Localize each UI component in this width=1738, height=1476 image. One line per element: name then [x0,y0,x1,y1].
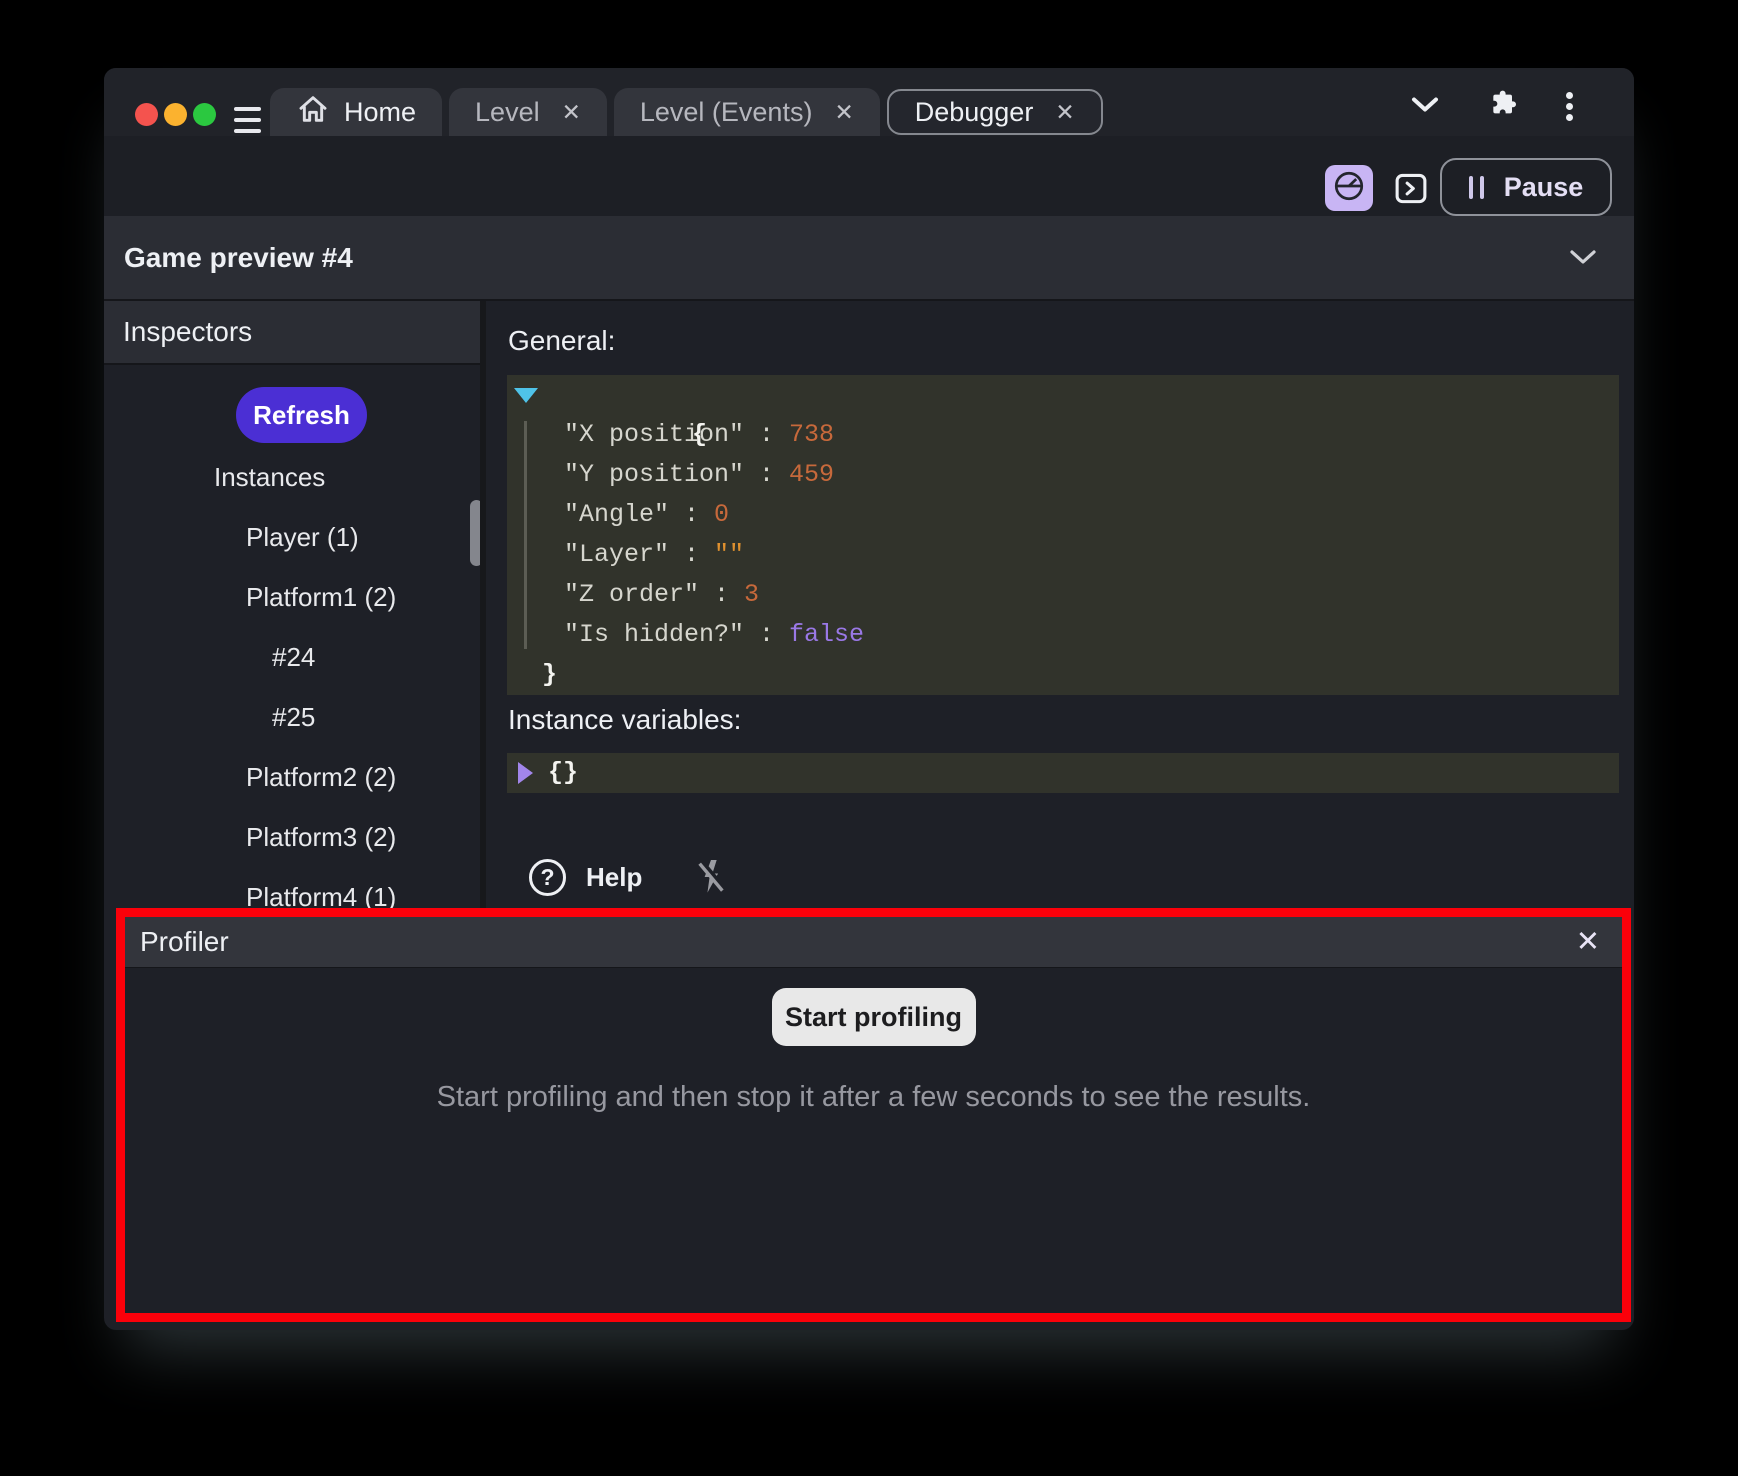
tab-level-events[interactable]: Level (Events) ✕ [614,88,880,136]
extensions-puzzle-icon[interactable] [1488,88,1520,120]
close-tab-icon[interactable]: ✕ [834,101,853,124]
chevron-down-icon[interactable] [1410,95,1440,115]
tab-debugger[interactable]: Debugger ✕ [887,89,1103,135]
profiler-panel: Profiler ✕ Start profiling Start profili… [125,917,1622,1313]
home-icon [296,93,330,132]
console-button[interactable] [1392,170,1430,207]
tree-item-instances[interactable]: Instances [214,462,325,492]
flash-off-icon[interactable] [694,857,728,897]
json-entry-y-position: "Y position" : 459 [507,455,1619,495]
inspectors-sidebar: Inspectors Refresh Instances Player (1) … [104,301,486,908]
sidebar-scrollbar-thumb[interactable] [470,500,483,566]
json-entry-is-hidden: "Is hidden?" : false [507,615,1619,655]
profiler-header: Profiler ✕ [125,917,1622,968]
tab-label: Level [475,97,540,128]
profiler-title: Profiler [140,926,229,958]
json-entry-layer: "Layer" : "" [507,535,1619,575]
game-preview-header[interactable]: Game preview #4 [104,216,1634,301]
close-tab-icon[interactable]: ✕ [562,101,581,124]
maximize-window-button[interactable] [193,103,216,126]
close-profiler-icon[interactable]: ✕ [1576,928,1600,957]
close-tab-icon[interactable]: ✕ [1055,101,1074,124]
app-window: Home Level ✕ Level (Events) ✕ Debugger ✕ [104,68,1634,1330]
window-controls [135,103,216,126]
minimize-window-button[interactable] [164,103,187,126]
pause-icon [1469,176,1484,199]
profiler-message: Start profiling and then stop it after a… [125,1081,1622,1114]
tab-label: Level (Events) [640,97,813,128]
json-open-brace-line: { [507,375,1619,415]
refresh-button[interactable]: Refresh [236,387,367,443]
game-preview-title: Game preview #4 [104,242,353,274]
preview-chevron-down-icon[interactable] [1568,248,1598,272]
kebab-menu-icon[interactable] [1556,88,1582,124]
tree-item-platform2[interactable]: Platform2 (2) [246,762,396,792]
title-bar: Home Level ✕ Level (Events) ✕ Debugger ✕ [104,68,1634,136]
tree-item-instance-25[interactable]: #25 [272,702,315,732]
json-close-brace-line: } [507,655,1619,695]
inspectors-header: Inspectors [104,301,480,365]
tab-label: Home [344,97,416,128]
close-window-button[interactable] [135,103,158,126]
start-profiling-button[interactable]: Start profiling [772,988,976,1046]
instance-variables-label: Instance variables: [508,704,741,736]
tab-bar: Home Level ✕ Level (Events) ✕ Debugger ✕ [270,88,1103,136]
general-json-viewer: { "X position" : 738 "Y position" : 459 … [507,375,1619,695]
tree-item-platform4[interactable]: Platform4 (1) [246,882,396,908]
inspector-detail-panel: General: { "X position" : 738 "Y positio… [492,301,1634,908]
general-section-label: General: [508,325,615,357]
tree-item-player[interactable]: Player (1) [246,522,359,552]
json-entry-angle: "Angle" : 0 [507,495,1619,535]
pause-label: Pause [1504,172,1584,203]
help-row: ? Help [529,857,728,897]
menu-hamburger-icon[interactable] [234,107,261,133]
tree-item-platform1[interactable]: Platform1 (2) [246,582,396,612]
debugger-toolbar: Pause [104,136,1634,216]
instance-variables-viewer: {} [507,753,1619,793]
tree-item-instance-24[interactable]: #24 [272,642,315,672]
expand-triangle-icon[interactable] [518,762,533,784]
json-entry-x-position: "X position" : 738 [507,415,1619,455]
pause-button[interactable]: Pause [1440,158,1612,216]
help-question-icon[interactable]: ? [529,859,566,896]
tab-level[interactable]: Level ✕ [449,88,607,136]
help-label[interactable]: Help [586,862,642,893]
tree-item-platform3[interactable]: Platform3 (2) [246,822,396,852]
instance-variables-value: {} [548,753,578,793]
json-entry-z-order: "Z order" : 3 [507,575,1619,615]
annotation-highlight-red-box: Profiler ✕ Start profiling Start profili… [116,908,1631,1322]
collapse-triangle-icon[interactable] [514,388,538,403]
tab-home[interactable]: Home [270,88,442,136]
profiler-body: Start profiling Start profiling and then… [125,968,1622,1313]
profiler-gauge-button[interactable] [1325,165,1373,211]
gauge-icon [1331,168,1367,209]
tab-label: Debugger [915,97,1034,128]
debugger-content: Inspectors Refresh Instances Player (1) … [104,301,1634,908]
